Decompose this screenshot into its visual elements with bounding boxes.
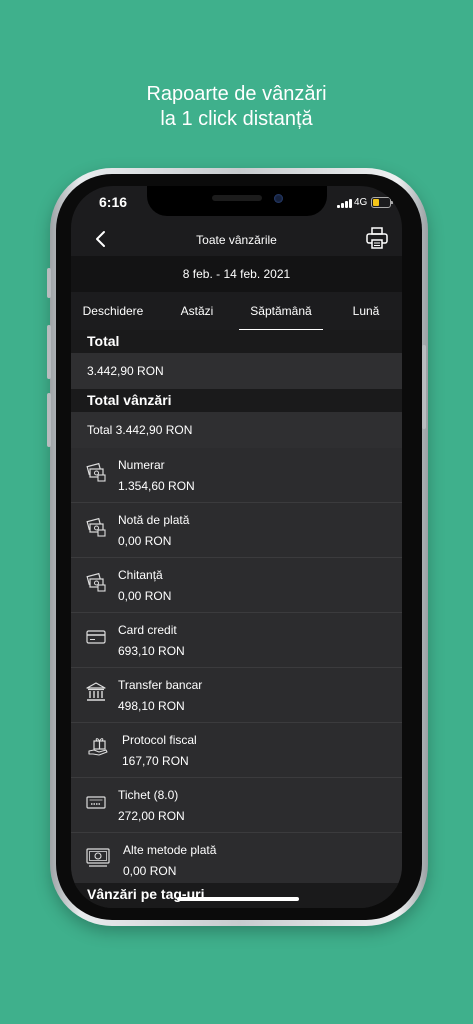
item-label: Numerar xyxy=(118,458,165,472)
volume-down-button xyxy=(47,393,51,447)
print-button[interactable] xyxy=(365,226,389,250)
network-type: 4G xyxy=(354,197,368,208)
sales-section-header: Total vânzări xyxy=(71,389,402,412)
list-item-alte-metode-plata[interactable]: Alte metode plată 0,00 RON xyxy=(71,833,402,888)
tab-deschidere[interactable]: Deschidere xyxy=(79,292,147,330)
status-time: 6:16 xyxy=(99,194,128,210)
phone-screen: 6:16 4G Toate vânzările 8 feb. - 14 feb.… xyxy=(71,186,402,908)
item-label: Tichet (8.0) xyxy=(118,788,179,802)
banknote-icon xyxy=(86,848,110,867)
list-item-transfer-bancar[interactable]: Transfer bancar 498,10 RON xyxy=(71,668,402,723)
navigation-bar: Toate vânzările xyxy=(71,222,402,256)
mute-switch xyxy=(47,268,51,298)
headline-line-2: la 1 click distanță xyxy=(160,108,313,130)
power-button xyxy=(422,345,426,429)
gift-icon xyxy=(88,738,108,756)
item-value: 498,10 RON xyxy=(118,699,185,713)
item-value: 272,00 RON xyxy=(118,809,185,823)
item-label: Chitanță xyxy=(118,568,163,582)
cash-icon xyxy=(86,462,106,482)
date-range[interactable]: 8 feb. - 14 feb. 2021 xyxy=(71,256,402,292)
promo-headline: Rapoarte de vânzări la 1 click distanță xyxy=(0,82,473,132)
credit-card-icon xyxy=(86,630,106,644)
tags-section-header: Vânzări pe tag-uri xyxy=(71,883,402,908)
list-item-tichet[interactable]: Tichet (8.0) 272,00 RON xyxy=(71,778,402,833)
signal-icon xyxy=(337,198,353,208)
notch xyxy=(147,186,327,216)
payment-methods-list: Numerar 1.354,60 RON Notă de plată 0,00 … xyxy=(71,448,402,888)
battery-icon xyxy=(371,197,393,208)
list-item-numerar[interactable]: Numerar 1.354,60 RON xyxy=(71,448,402,503)
volume-up-button xyxy=(47,325,51,379)
payment-note-icon xyxy=(86,517,106,537)
item-value: 167,70 RON xyxy=(122,754,189,768)
printer-icon xyxy=(366,227,388,249)
item-value: 0,00 RON xyxy=(118,589,172,603)
list-item-chitanta[interactable]: Chitanță 0,00 RON xyxy=(71,558,402,613)
total-value: 3.442,90 RON xyxy=(71,353,402,389)
period-tabs: Deschidere Astăzi Săptămână Lună xyxy=(71,292,402,331)
list-item-protocol-fiscal[interactable]: Protocol fiscal 167,70 RON xyxy=(71,723,402,778)
front-camera xyxy=(274,194,283,203)
bank-icon xyxy=(86,682,106,701)
list-item-nota-de-plata[interactable]: Notă de plată 0,00 RON xyxy=(71,503,402,558)
tab-saptamana[interactable]: Săptămână xyxy=(239,292,323,331)
item-value: 0,00 RON xyxy=(118,534,172,548)
item-value: 693,10 RON xyxy=(118,644,185,658)
sales-summary: Total 3.442,90 RON xyxy=(71,412,402,448)
list-item-card-credit[interactable]: Card credit 693,10 RON xyxy=(71,613,402,668)
item-label: Card credit xyxy=(118,623,177,637)
tab-astazi[interactable]: Astăzi xyxy=(167,292,227,330)
page-title: Toate vânzările xyxy=(196,233,277,247)
headline-line-1: Rapoarte de vânzări xyxy=(146,83,327,105)
total-section-header: Total xyxy=(71,330,402,353)
item-label: Alte metode plată xyxy=(123,843,217,857)
ticket-icon xyxy=(86,796,106,809)
item-value: 0,00 RON xyxy=(123,864,177,878)
item-label: Protocol fiscal xyxy=(122,733,197,747)
receipt-icon xyxy=(86,572,106,592)
item-label: Notă de plată xyxy=(118,513,190,527)
item-value: 1.354,60 RON xyxy=(118,479,195,493)
tab-luna[interactable]: Lună xyxy=(341,292,391,330)
item-label: Transfer bancar xyxy=(118,678,203,692)
home-indicator[interactable] xyxy=(177,897,299,901)
speaker-grille xyxy=(212,195,262,201)
